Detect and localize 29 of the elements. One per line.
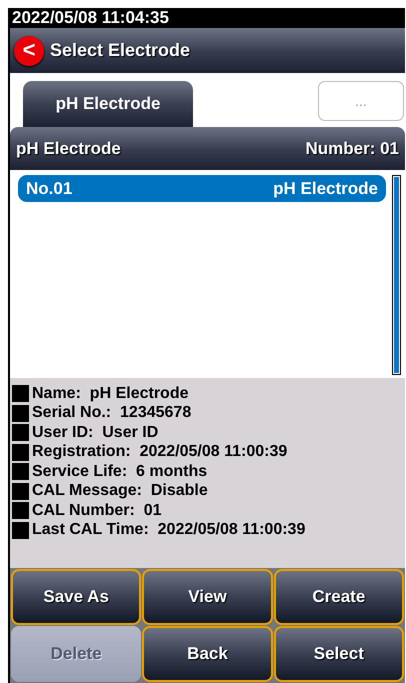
back-button[interactable]: <: [14, 36, 44, 66]
action-button[interactable]: Save As: [11, 569, 142, 625]
action-button[interactable]: View: [142, 569, 273, 625]
bullet-icon: [12, 404, 29, 422]
bullet-icon: [12, 482, 29, 500]
tab[interactable]: pH Electrode: [23, 81, 193, 127]
scrollbar[interactable]: [392, 175, 401, 375]
action-button[interactable]: Create: [274, 569, 404, 625]
detail-text: CAL Message: Disable: [32, 482, 208, 500]
list-item[interactable]: No.01 pH Electrode: [18, 175, 386, 202]
detail-text: User ID: User ID: [32, 424, 158, 442]
date-time: 2022/05/08 11:04:35: [12, 8, 169, 27]
detail-text: Name: pH Electrode: [32, 384, 188, 403]
detail-text: Service Life: 6 months: [32, 462, 208, 481]
detail-text: CAL Number: 01: [32, 502, 162, 520]
bullet-icon: [12, 444, 29, 461]
bullet-icon: [12, 463, 29, 480]
panel-title: pH Electrode: [16, 138, 121, 158]
electrode-number: Number: 01: [305, 138, 399, 158]
action-button[interactable]: Select: [274, 626, 404, 682]
screen-title: Select Electrode: [50, 40, 190, 61]
bullet-icon: [12, 385, 29, 402]
detail-text: Last CAL Time: 2022/05/08 11:00:39: [32, 521, 306, 540]
detail-text: Serial No.: 12345678: [32, 404, 192, 422]
bullet-icon: [12, 522, 29, 539]
detail-text: Registration: 2022/05/08 11:00:39: [32, 443, 288, 462]
bullet-icon: [12, 502, 29, 520]
action-button[interactable]: Back: [142, 626, 273, 682]
bullet-icon: [12, 424, 29, 442]
